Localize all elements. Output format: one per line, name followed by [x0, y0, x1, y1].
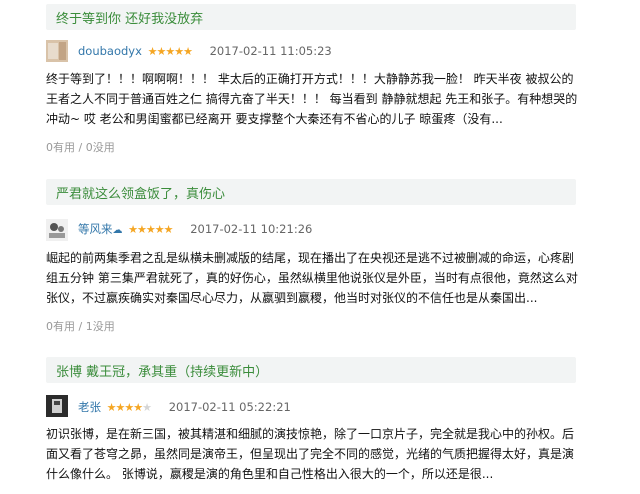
star-icon: ★	[165, 45, 175, 58]
star-icon: ★	[163, 223, 174, 236]
rating-stars: ★★★★★	[128, 223, 174, 236]
star-icon: ★	[145, 223, 156, 236]
review-meta: 老张 ★★★★★ 2017-02-11 05:22:21	[78, 399, 291, 415]
review-title-link[interactable]: 严君就这么领盒饭了，真伤心	[56, 183, 225, 202]
review-time: 2017-02-11 05:22:21	[168, 400, 291, 414]
avatar[interactable]	[46, 40, 68, 62]
review-body: 初识张博，是在新三国，被其精湛和细腻的演技惊艳，除了一口京片子，完全就是我心中的…	[46, 427, 575, 481]
star-icon: ★	[133, 401, 143, 414]
avatar-image	[46, 395, 68, 417]
review-time: 2017-02-11 11:05:23	[209, 44, 332, 58]
review-body: 终于等到了！！！啊啊啊！！！ 芈太后的正确打开方式！！！大静静苏我一脸！ 昨天半…	[46, 72, 578, 126]
vote-counts: 0有用 / 0没用	[46, 141, 115, 154]
review-body: 崛起的前两集季君之乱是纵横未删减版的结尾，现在播出了在央视还是逃不过被删减的命运…	[46, 251, 578, 305]
avatar[interactable]	[46, 395, 68, 417]
username-link[interactable]: 等风来	[78, 222, 113, 236]
star-icon: ★	[142, 401, 152, 414]
star-icon: ★	[174, 45, 184, 58]
star-icon: ★	[128, 223, 138, 236]
review-title-link[interactable]: 张博 戴王冠，承其重（持续更新中）	[56, 361, 268, 380]
rating-stars: ★★★★★	[148, 45, 193, 58]
username-link[interactable]: 老张	[78, 400, 101, 414]
rating-stars: ★★★★★	[106, 401, 152, 414]
review-title-bar: 张博 戴王冠，承其重（持续更新中）	[46, 357, 576, 383]
review-time: 2017-02-11 10:21:26	[190, 222, 313, 236]
review-meta: doubaodyx ★★★★★ 2017-02-11 11:05:23	[78, 43, 332, 59]
review-title-bar: 终于等到你 还好我没放弃	[46, 4, 576, 30]
review-title-bar: 严君就这么领盒饭了，真伤心	[46, 179, 576, 205]
star-icon: ★	[156, 45, 166, 58]
vote-counts: 0有用 / 1没用	[46, 320, 115, 333]
avatar-image	[46, 40, 68, 62]
star-icon: ★	[154, 223, 165, 236]
review-title-link[interactable]: 终于等到你 还好我没放弃	[56, 8, 203, 27]
username-link[interactable]: doubaodyx	[78, 44, 142, 58]
review-page: { "reviews": [ { "title": "终于等到你 还好我没放弃"…	[0, 0, 640, 494]
avatar[interactable]	[46, 219, 68, 241]
star-icon: ★	[183, 45, 193, 58]
cloud-icon: ☁	[112, 225, 123, 236]
star-icon: ★	[124, 401, 134, 414]
star-icon: ★	[137, 223, 147, 236]
star-icon: ★	[106, 401, 117, 414]
avatar-image	[46, 219, 68, 241]
review-meta: 等风来☁ ★★★★★ 2017-02-11 10:21:26	[78, 221, 312, 237]
